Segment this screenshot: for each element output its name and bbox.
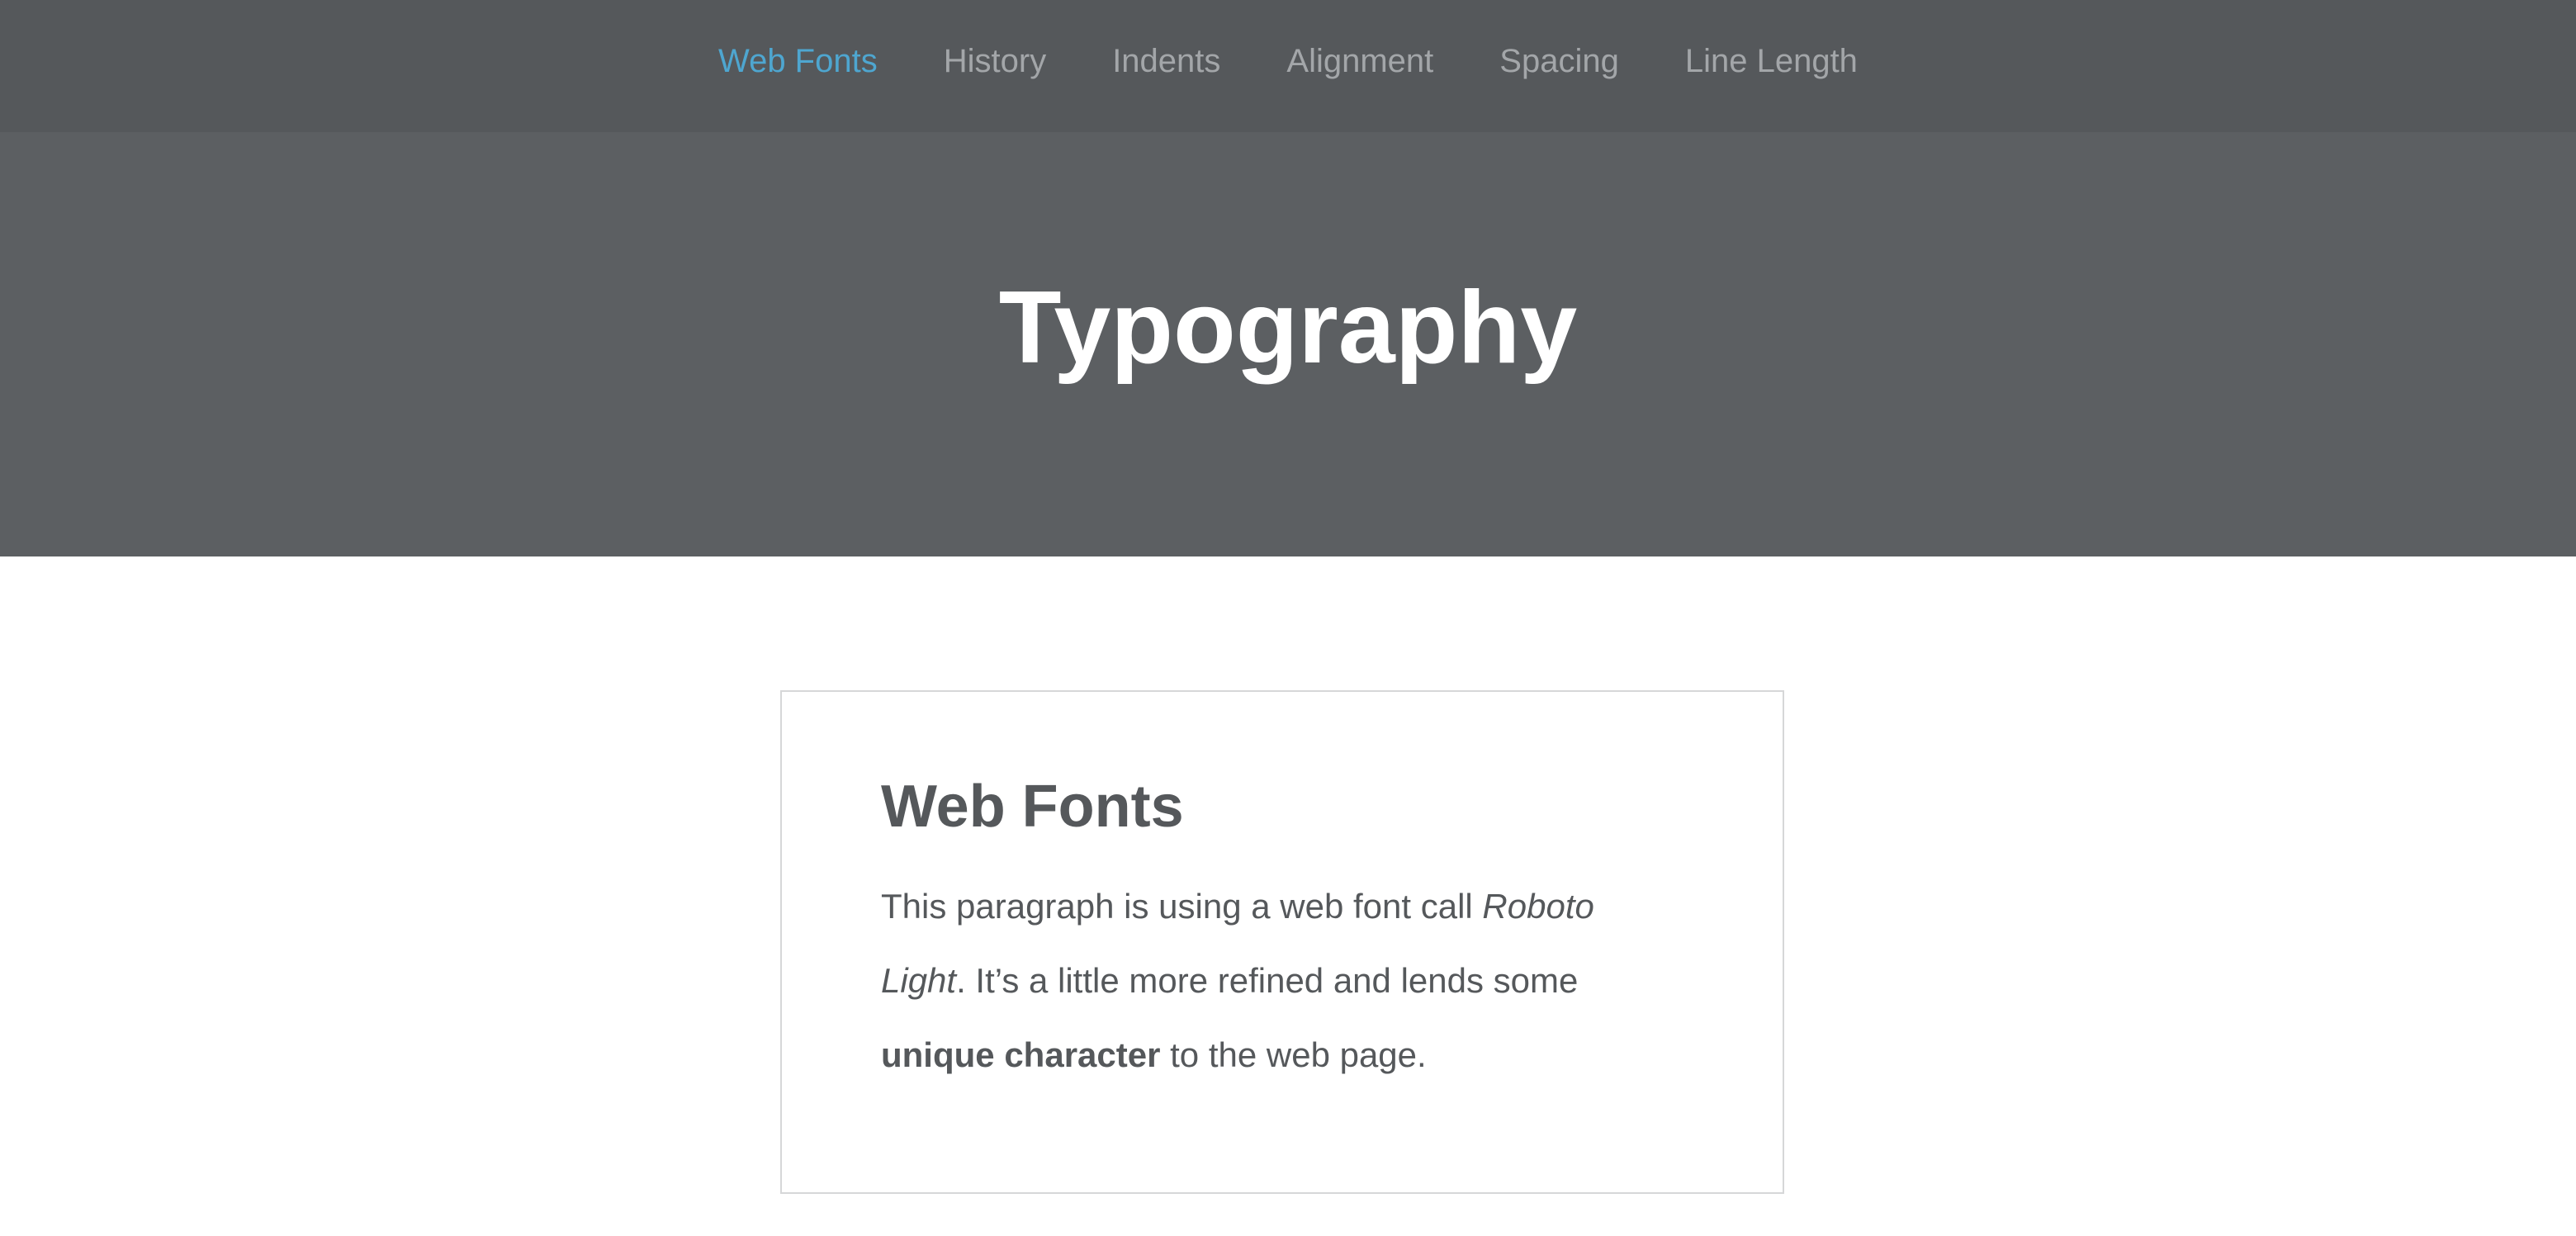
web-fonts-card: Web Fonts This paragraph is using a web … <box>780 690 1784 1194</box>
nav-item-line-length[interactable]: Line Length <box>1685 45 1858 78</box>
card-paragraph: This paragraph is using a web font call … <box>881 869 1683 1092</box>
nav-item-history[interactable]: History <box>944 45 1046 78</box>
nav-item-alignment[interactable]: Alignment <box>1286 45 1433 78</box>
paragraph-text-2: . It’s a little more refined and lends s… <box>956 961 1579 1001</box>
page-title: Typography <box>998 271 1578 385</box>
card-title: Web Fonts <box>881 774 1184 840</box>
nav-item-web-fonts[interactable]: Web Fonts <box>718 45 878 78</box>
hero-banner: Typography <box>0 132 2576 556</box>
top-navigation: Web Fonts History Indents Alignment Spac… <box>0 0 2576 132</box>
emphasized-text: unique character <box>881 1035 1161 1075</box>
nav-item-indents[interactable]: Indents <box>1112 45 1220 78</box>
paragraph-text-1: This paragraph is using a web font call <box>881 887 1483 926</box>
nav-item-spacing[interactable]: Spacing <box>1499 45 1619 78</box>
paragraph-text-3: to the web page. <box>1160 1035 1427 1075</box>
